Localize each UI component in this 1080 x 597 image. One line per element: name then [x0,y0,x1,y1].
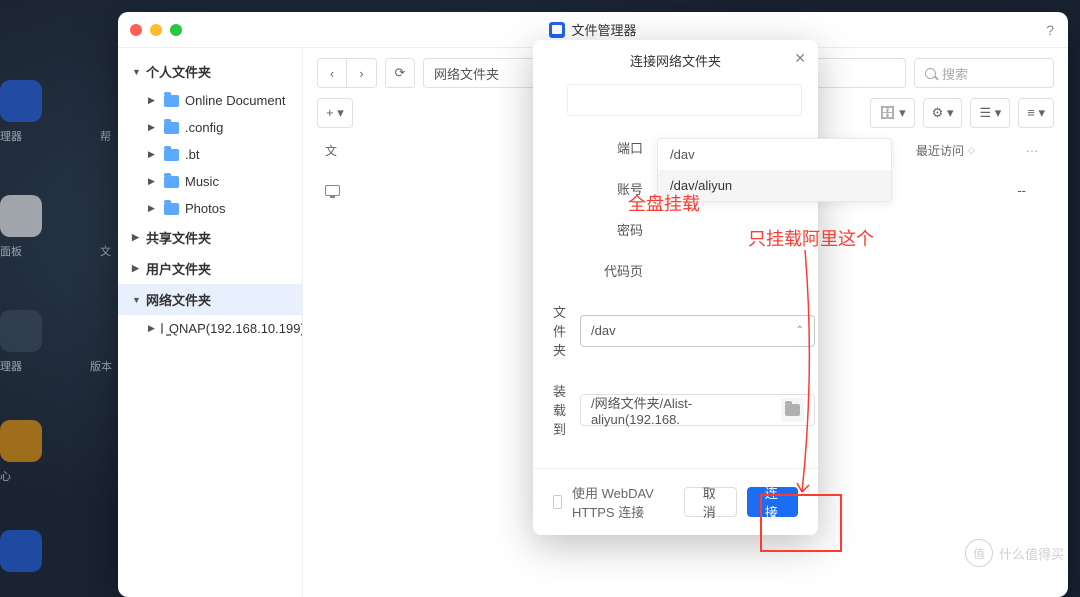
close-icon[interactable] [130,24,142,36]
dropdown-item-dav-aliyun[interactable]: /dav/aliyun [658,170,891,201]
add-button[interactable]: + ▾ [317,98,353,128]
help-button[interactable]: ? [1046,22,1054,38]
refresh-button[interactable]: ⟳ [385,58,415,88]
sidebar-item-qnap[interactable]: ▶QNAP(192.168.10.199) [118,315,302,342]
dock-label: 版本 [90,358,112,374]
dock-label: 理器 [0,358,22,374]
dock-icon [0,310,42,352]
search-input[interactable]: 搜索 [914,58,1054,88]
dock-label: 帮 [100,128,111,144]
sidebar-group-network[interactable]: ▼网络文件夹 [118,284,302,315]
watermark: 值 什么值得买 [965,539,1064,567]
sidebar-item-config[interactable]: ▶.config [118,114,302,141]
more-columns[interactable]: ⋯ [1026,144,1046,158]
column-name[interactable]: 文 [325,142,337,159]
sidebar-item-photos[interactable]: ▶Photos [118,195,302,222]
back-button[interactable]: ‹ [317,58,347,88]
folder-dropdown: /dav /dav/aliyun [657,138,892,202]
sidebar-item-online-document[interactable]: ▶Online Document [118,87,302,114]
sidebar-group-shared[interactable]: ▶共享文件夹 [118,222,302,253]
connect-button[interactable]: 连接 [747,487,798,517]
dock-icon [0,420,42,462]
label-port: 端口 [553,138,643,157]
label-account: 账号 [553,179,643,198]
close-icon[interactable]: ✕ [794,50,806,67]
chevron-up-icon: ⌃ [796,325,804,336]
dock-label: 理器 [0,128,22,144]
cell-dash: -- [1017,183,1026,198]
modal-title: 连接网络文件夹 [630,51,721,70]
filter-button[interactable]: ≡ ▾ [1018,98,1054,128]
mount-input[interactable]: /网络文件夹/Alist-aliyun(192.168. [580,394,815,426]
display-icon [161,323,163,334]
label-password: 密码 [553,220,643,239]
watermark-text: 什么值得买 [999,544,1064,563]
dock-label: 心 [0,468,11,484]
traffic-lights[interactable] [130,24,182,36]
sidebar-group-users[interactable]: ▶用户文件夹 [118,253,302,284]
forward-button[interactable]: › [347,58,377,88]
label-codepage: 代码页 [553,261,643,280]
column-accessed[interactable]: 最近访问◇ [916,142,1006,159]
dock-icon [0,195,42,237]
briefcase-button[interactable]: 🗄 ▾ [870,98,915,128]
window-title: 文件管理器 [571,20,636,39]
main-area: ‹ › ⟳ 网络文件夹 搜索 + ▾ 🗄 ▾ ⚙ ▾ ☰ ▾ ≡ ▾ 文 建日期… [303,48,1068,597]
input-top[interactable] [567,84,802,116]
display-icon [325,185,340,196]
search-icon [925,68,936,79]
maximize-icon[interactable] [170,24,182,36]
dock-label: 面板 [0,243,22,259]
sidebar-item-music[interactable]: ▶Music [118,168,302,195]
file-manager-window: 文件管理器 ? ▼个人文件夹 ▶Online Document ▶.config… [118,12,1068,597]
label-mount: 装载到 [553,381,566,438]
label-folder: 文件夹 [553,302,566,359]
dock-icon [0,530,42,572]
sidebar-item-bt[interactable]: ▶.bt [118,141,302,168]
sort-button[interactable]: ☰ ▾ [970,98,1010,128]
browse-folder-icon[interactable] [781,398,804,422]
https-checkbox[interactable] [553,495,562,509]
settings-button[interactable]: ⚙ ▾ [923,98,963,128]
cancel-button[interactable]: 取消 [684,487,737,517]
folder-select[interactable]: /dav⌃ [580,315,815,347]
dock-icon [0,80,42,122]
sidebar-group-personal[interactable]: ▼个人文件夹 [118,56,302,87]
dropdown-item-dav[interactable]: /dav [658,139,891,170]
app-icon [549,22,565,38]
https-label: 使用 WebDAV HTTPS 连接 [572,483,664,521]
dock-label: 文 [100,243,111,259]
sidebar: ▼个人文件夹 ▶Online Document ▶.config ▶.bt ▶M… [118,48,303,597]
watermark-icon: 值 [965,539,993,567]
minimize-icon[interactable] [150,24,162,36]
connect-network-modal: 连接网络文件夹 ✕ 端口 /dav /dav/aliyun [533,40,818,535]
